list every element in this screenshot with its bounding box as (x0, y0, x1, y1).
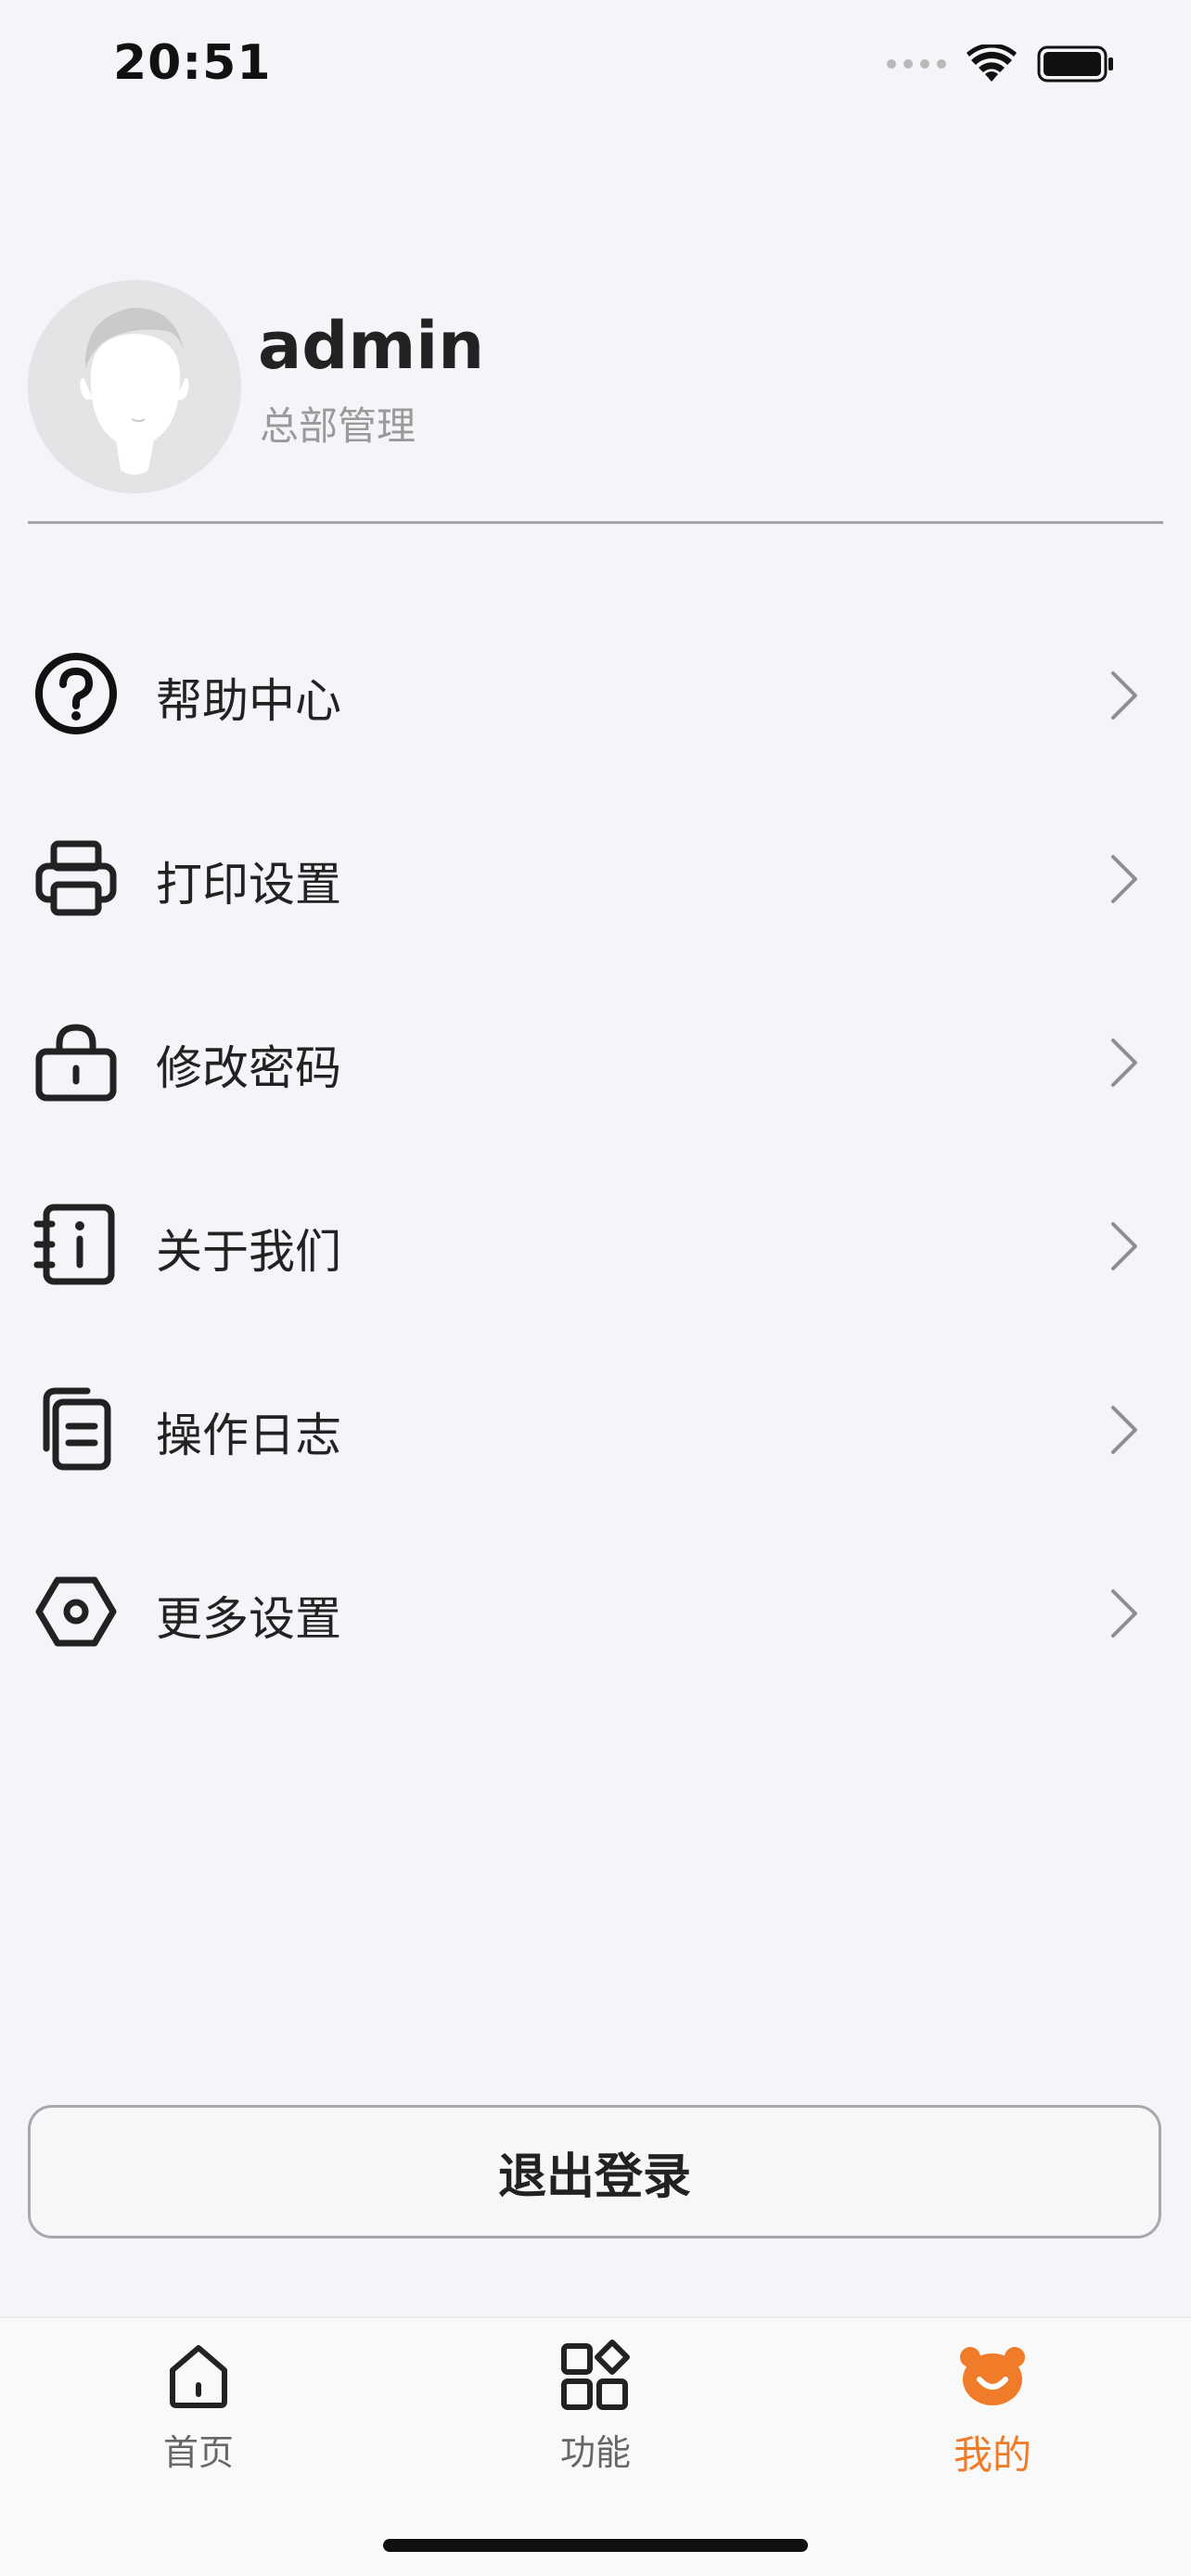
info-notebook-icon (33, 1204, 115, 1285)
wifi-icon (967, 45, 1017, 82)
menu-item-label: 打印设置 (156, 858, 341, 912)
settings-hexagon-icon (35, 1576, 117, 1647)
status-icons (887, 45, 1115, 83)
tab-home[interactable]: 首页 (87, 2339, 310, 2487)
tab-mine[interactable]: 我的 (881, 2339, 1104, 2487)
menu-item-operation-log[interactable]: 操作日志 (0, 1337, 1191, 1521)
apps-grid-icon (561, 2340, 630, 2410)
bear-face-icon (960, 2347, 1025, 2405)
status-bar: 20:51 (0, 0, 1191, 139)
home-icon (170, 2345, 227, 2408)
printer-icon (35, 840, 117, 916)
user-role: 总部管理 (260, 403, 416, 449)
menu-item-label: 更多设置 (156, 1592, 341, 1646)
logout-button[interactable]: 退出登录 (28, 2105, 1161, 2238)
menu-item-label: 帮助中心 (156, 674, 341, 728)
menu-item-about-us[interactable]: 关于我们 (0, 1154, 1191, 1337)
cellular-signal-icon (887, 59, 946, 69)
username: admin (258, 308, 485, 384)
menu-item-label: 操作日志 (156, 1409, 341, 1462)
help-circle-icon (35, 653, 117, 734)
documents-icon (43, 1387, 111, 1471)
avatar[interactable] (28, 280, 241, 493)
default-avatar-icon (28, 280, 241, 493)
chevron-right-icon (1111, 1222, 1137, 1270)
menu-item-help-center[interactable]: 帮助中心 (0, 603, 1191, 786)
tab-label: 功能 (559, 2432, 631, 2473)
profile-screen: 20:51 admin 总部管理 帮助中心 打印设置 修改密码 关于我们 操作日… (0, 0, 1191, 2576)
home-indicator (383, 2539, 808, 2552)
settings-menu: 帮助中心 打印设置 修改密码 关于我们 操作日志 更多设置 (0, 603, 1191, 1704)
bottom-tab-bar: 首页 功能 我的 (0, 2316, 1191, 2576)
menu-item-label: 修改密码 (156, 1041, 341, 1095)
tab-label: 我的 (953, 2432, 1031, 2478)
menu-item-more-settings[interactable]: 更多设置 (0, 1521, 1191, 1704)
divider (28, 521, 1163, 524)
chevron-right-icon (1111, 1589, 1137, 1638)
battery-icon (1037, 45, 1113, 83)
chevron-right-icon (1111, 1039, 1137, 1087)
menu-item-print-settings[interactable]: 打印设置 (0, 786, 1191, 970)
lock-icon (35, 1024, 117, 1102)
profile-header[interactable]: admin 总部管理 (28, 280, 1163, 521)
chevron-right-icon (1111, 671, 1137, 720)
menu-item-label: 关于我们 (156, 1225, 341, 1279)
tab-functions[interactable]: 功能 (484, 2339, 707, 2487)
status-time: 20:51 (113, 35, 272, 91)
tab-label: 首页 (162, 2432, 234, 2473)
menu-item-change-password[interactable]: 修改密码 (0, 970, 1191, 1154)
chevron-right-icon (1111, 1406, 1137, 1454)
chevron-right-icon (1111, 855, 1137, 903)
